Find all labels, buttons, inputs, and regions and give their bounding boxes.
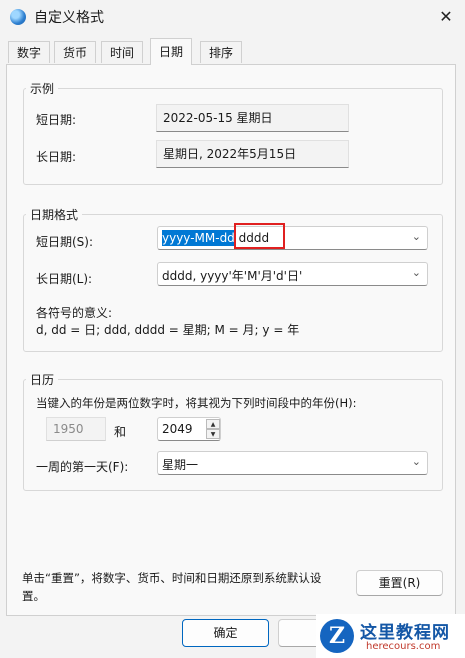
- spin-down-icon[interactable]: ▼: [206, 429, 220, 439]
- tab-currency[interactable]: 货币: [54, 41, 97, 63]
- short-date-selected-text: yyyy-MM-dd: [162, 230, 235, 246]
- watermark-url: herecours.com: [366, 641, 441, 652]
- notation-text: d, dd = 日; ddd, dddd = 星期; M = 月; y = 年: [36, 323, 300, 337]
- tab-date[interactable]: 日期: [150, 38, 193, 65]
- tab-time[interactable]: 时间: [101, 41, 144, 63]
- first-day-combobox[interactable]: 星期一 ⌄: [157, 451, 428, 475]
- long-date-format-value[interactable]: dddd, yyyy'年'M'月'd'日': [162, 267, 302, 284]
- year-to-value[interactable]: 2049: [162, 422, 193, 436]
- highlight-annotation-box: [234, 223, 285, 249]
- app-globe-icon: [10, 9, 26, 25]
- two-digit-year-text: 当键入的年份是两位数字时，将其视为下列时间段中的年份(H):: [36, 396, 357, 410]
- chevron-down-icon[interactable]: ⌄: [412, 230, 421, 243]
- window-title: 自定义格式: [34, 10, 104, 26]
- chevron-down-icon[interactable]: ⌄: [412, 266, 421, 279]
- short-date-format-label: 短日期(S):: [36, 235, 94, 249]
- watermark: Z 这里教程网 herecours.com: [316, 614, 465, 658]
- long-date-format-combobox[interactable]: dddd, yyyy'年'M'月'd'日' ⌄: [157, 262, 428, 286]
- examples-legend: 示例: [26, 80, 59, 97]
- long-date-example-value: 星期日, 2022年5月15日: [156, 140, 349, 168]
- short-date-format-combobox[interactable]: yyyy-MM-dd dddd ⌄: [157, 226, 428, 250]
- reset-button[interactable]: 重置(R): [356, 570, 443, 596]
- tab-number[interactable]: 数字: [8, 41, 51, 63]
- long-date-example-label: 长日期:: [36, 150, 77, 164]
- spin-up-icon[interactable]: ▲: [206, 419, 220, 429]
- watermark-title: 这里教程网: [360, 623, 450, 643]
- reset-description: 单击“重置”，将数字、货币、时间和日期还原到系统默认设: [22, 571, 322, 585]
- calendar-legend: 日历: [26, 371, 59, 388]
- date-format-legend: 日期格式: [26, 206, 83, 223]
- first-day-label: 一周的第一天(F):: [36, 460, 129, 474]
- year-from-field: 1950: [46, 417, 106, 441]
- notation-title: 各符号的意义:: [36, 306, 113, 320]
- long-date-format-label: 长日期(L):: [36, 272, 93, 286]
- watermark-logo-letter: Z: [328, 623, 346, 649]
- examples-group: [23, 88, 443, 185]
- tab-sort[interactable]: 排序: [200, 41, 243, 63]
- title-bar: 自定义格式 ✕: [0, 0, 465, 34]
- chevron-down-icon[interactable]: ⌄: [412, 455, 421, 468]
- close-icon[interactable]: ✕: [432, 4, 460, 30]
- reset-description-line2: 置。: [22, 589, 45, 603]
- ok-button[interactable]: 确定: [182, 619, 269, 647]
- first-day-value[interactable]: 星期一: [162, 456, 198, 473]
- short-date-example-label: 短日期:: [36, 113, 77, 127]
- short-date-example-value: 2022-05-15 星期日: [156, 104, 349, 132]
- and-label: 和: [114, 425, 127, 439]
- year-to-spinbox[interactable]: 2049 ▲ ▼: [157, 417, 221, 441]
